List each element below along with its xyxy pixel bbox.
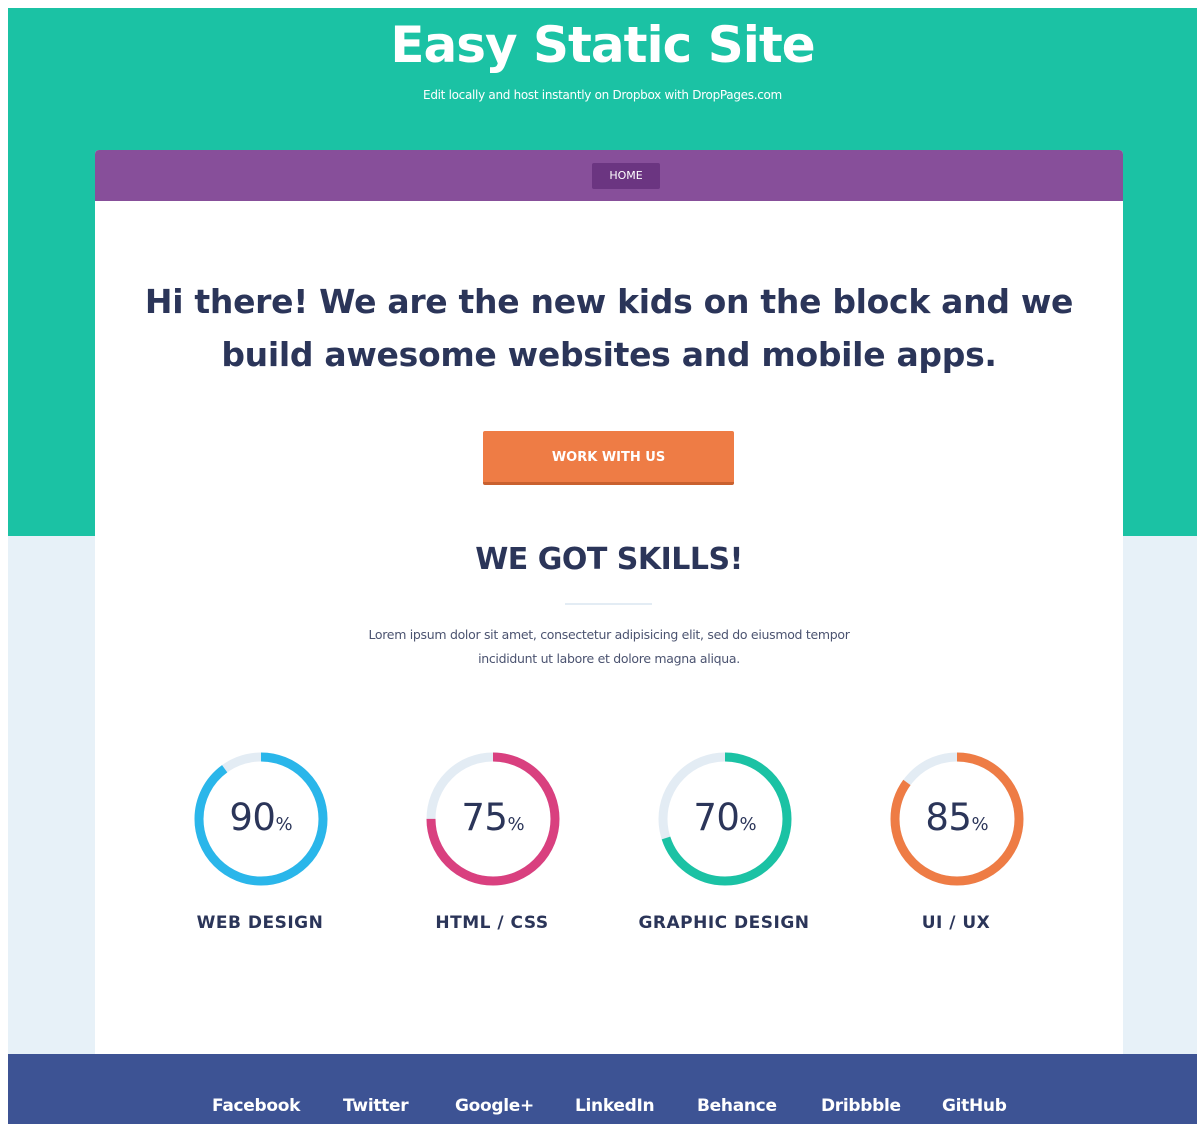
skills-divider [565,603,652,605]
page: Easy Static Site Edit locally and host i… [8,8,1197,1124]
skill-html-css: 75% HTML / CSS [392,750,592,950]
skills-title: WE GOT SKILLS! [475,542,743,577]
site-tagline: Edit locally and host instantly on Dropb… [423,88,782,102]
nav-item-home[interactable]: HOME [592,163,660,189]
skill-label: HTML / CSS [435,913,549,933]
skill-value-number: 85 [925,796,972,839]
skill-value-number: 75 [461,796,508,839]
skill-percentage: 70% [656,794,794,849]
footer: Facebook Twitter Google+ LinkedIn Behanc… [8,1054,1197,1124]
footer-link-twitter[interactable]: Twitter [343,1095,409,1117]
footer-link-linkedin[interactable]: LinkedIn [575,1095,655,1117]
skills-description: Lorem ipsum dolor sit amet, consectetur … [368,627,850,666]
skill-percentage: 90% [192,794,330,849]
skill-value-number: 90 [229,796,276,839]
percent-sign: % [971,814,989,835]
main-nav: HOME [95,150,1123,201]
footer-link-facebook[interactable]: Facebook [212,1095,300,1117]
skill-percentage: 75% [424,794,562,849]
footer-link-behance[interactable]: Behance [697,1095,777,1117]
skill-graphic-design: 70% GRAPHIC DESIGN [624,750,824,950]
percent-sign: % [275,814,293,835]
skill-label: GRAPHIC DESIGN [638,913,810,933]
skill-label: UI / UX [921,913,991,933]
footer-link-googleplus[interactable]: Google+ [455,1095,534,1117]
site-title[interactable]: Easy Static Site [8,10,1197,80]
percent-sign: % [739,814,757,835]
skill-web-design: 90% WEB DESIGN [160,750,360,950]
footer-link-github[interactable]: GitHub [942,1095,1007,1117]
skill-value-number: 70 [693,796,740,839]
skill-ui-ux: 85% UI / UX [856,750,1056,950]
percent-sign: % [507,814,525,835]
skill-percentage: 85% [888,794,1026,849]
footer-link-dribbble[interactable]: Dribbble [821,1095,901,1117]
hero-headline: Hi there! We are the new kids on the blo… [144,282,1074,374]
work-with-us-button[interactable]: WORK WITH US [483,431,734,485]
skill-label: WEB DESIGN [196,913,324,933]
content-card: HOME Hi there! We are the new kids on th… [95,150,1123,1054]
